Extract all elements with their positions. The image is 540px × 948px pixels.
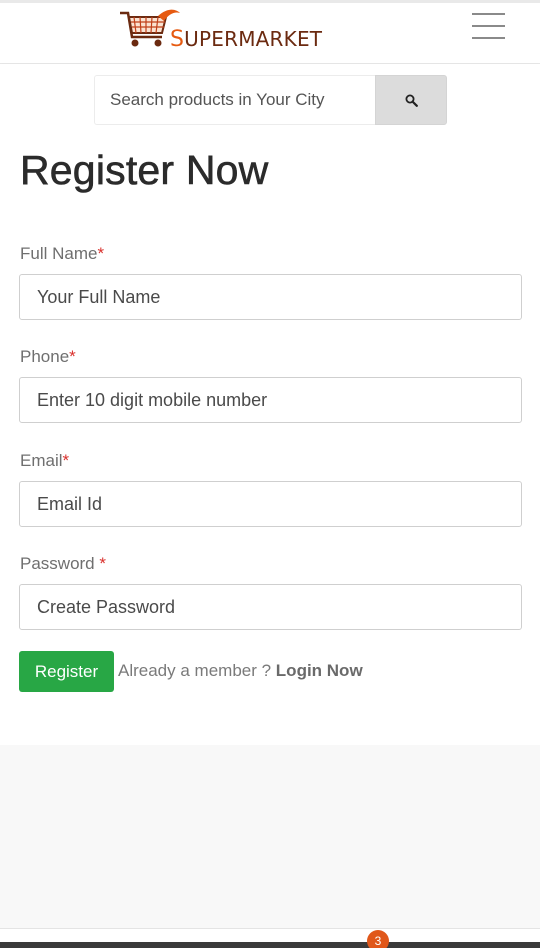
full-name-label: Full Name* bbox=[20, 244, 105, 263]
login-now-link[interactable]: Login Now bbox=[276, 661, 363, 680]
register-form: Register Now Full Name* Phone* Email* Pa… bbox=[0, 137, 540, 745]
required-mark: * bbox=[99, 554, 106, 573]
phone-input[interactable] bbox=[19, 377, 522, 423]
required-mark: * bbox=[97, 244, 105, 263]
password-input[interactable] bbox=[19, 584, 522, 630]
email-input[interactable] bbox=[19, 481, 522, 527]
logo-text: SUPERMARKET bbox=[170, 27, 323, 52]
required-mark: * bbox=[62, 451, 70, 470]
search-bar bbox=[0, 64, 540, 137]
search-button[interactable] bbox=[375, 75, 447, 125]
top-header: SUPERMARKET bbox=[0, 0, 540, 64]
hamburger-menu-icon[interactable] bbox=[472, 13, 506, 41]
phone-label: Phone* bbox=[20, 347, 76, 366]
password-label: Password * bbox=[20, 554, 106, 573]
page-title: Register Now bbox=[20, 147, 269, 194]
full-name-input[interactable] bbox=[19, 274, 522, 320]
bottom-strip bbox=[0, 942, 540, 948]
required-mark: * bbox=[69, 347, 76, 366]
cart-count-badge[interactable]: 3 bbox=[367, 930, 389, 948]
register-button[interactable]: Register bbox=[19, 651, 114, 692]
search-icon bbox=[405, 94, 418, 107]
member-text: Already a member ? bbox=[118, 661, 276, 680]
email-label: Email* bbox=[20, 451, 70, 470]
login-prompt: Already a member ? Login Now bbox=[118, 661, 363, 681]
search-input[interactable] bbox=[94, 75, 376, 125]
supermarket-logo[interactable]: SUPERMARKET bbox=[118, 7, 322, 52]
